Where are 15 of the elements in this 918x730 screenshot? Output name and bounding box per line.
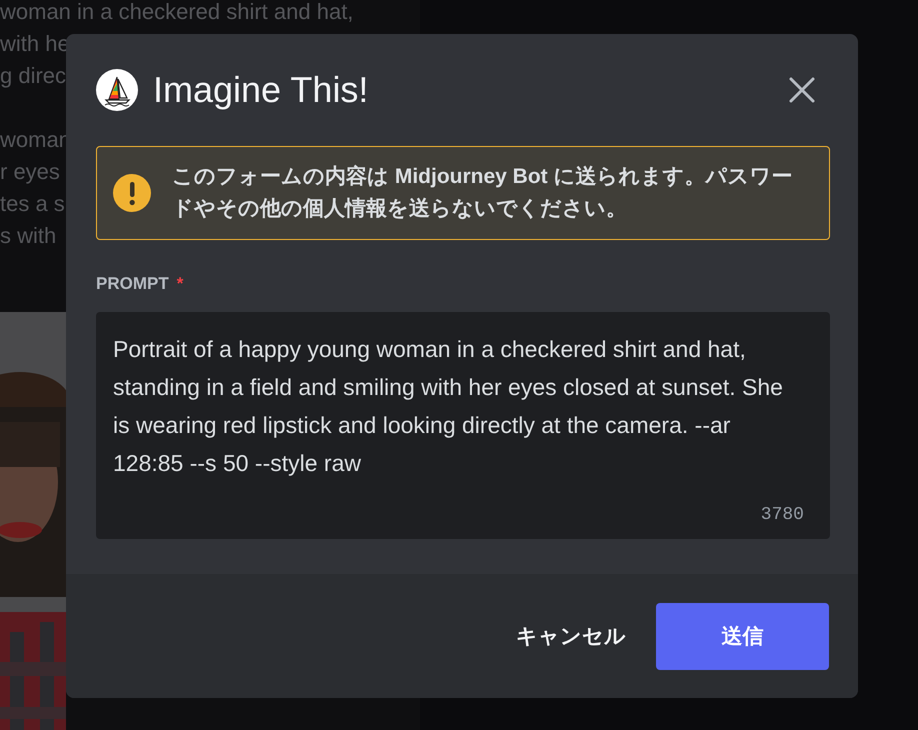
dialog-title: Imagine This! xyxy=(153,69,368,111)
message-text: r eyes xyxy=(0,160,60,184)
message-text: woman in a checkered shirt and hat, xyxy=(0,0,354,24)
close-button[interactable] xyxy=(788,76,816,104)
cancel-button[interactable]: キャンセル xyxy=(514,622,628,650)
submit-button[interactable]: 送信 xyxy=(656,602,829,670)
message-text: s with xyxy=(0,224,56,248)
field-label: PROMPT xyxy=(96,274,169,294)
character-count: 3780 xyxy=(760,505,804,525)
warning-icon xyxy=(113,174,151,212)
required-mark: * xyxy=(176,274,184,294)
sailboat-icon xyxy=(96,69,138,111)
message-text: g direc xyxy=(0,64,66,88)
warning-text: このフォームの内容は Midjourney Bot に送られます。パスワードやその他の個人情報を送らないでください。 xyxy=(172,164,794,222)
message-text: tes a s xyxy=(0,192,65,216)
